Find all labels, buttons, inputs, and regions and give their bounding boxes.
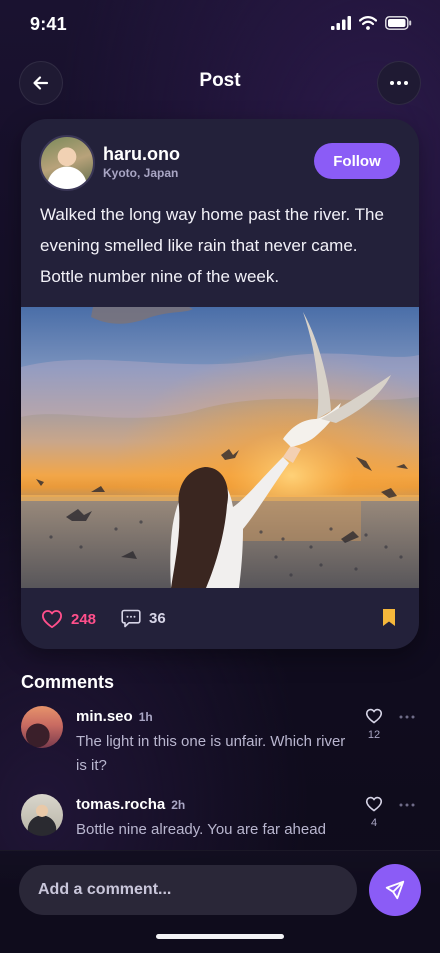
send-button[interactable] bbox=[369, 864, 421, 916]
battery-icon bbox=[385, 16, 412, 30]
more-options-button[interactable] bbox=[377, 61, 421, 105]
post-card: haru.ono Kyoto, Japan Follow Walked the … bbox=[21, 119, 419, 649]
heart-icon bbox=[365, 708, 383, 724]
comment-button[interactable]: 36 bbox=[121, 609, 166, 628]
comment-time: 2h bbox=[171, 798, 186, 812]
send-icon bbox=[385, 880, 405, 900]
author-username[interactable]: haru.ono bbox=[103, 144, 180, 165]
comment-count: 36 bbox=[149, 610, 166, 627]
post-caption: Walked the long way home past the river.… bbox=[40, 205, 384, 286]
comment-header: min.seo 1h bbox=[76, 708, 153, 726]
comment-bubble-icon bbox=[121, 609, 141, 628]
author-avatar[interactable] bbox=[39, 135, 95, 191]
home-indicator[interactable] bbox=[156, 934, 284, 939]
like-count: 248 bbox=[71, 610, 97, 628]
comment-text: Bottle nine already. You are far ahead bbox=[76, 821, 326, 838]
post-photo[interactable] bbox=[21, 307, 419, 588]
bookmark-button[interactable] bbox=[381, 608, 397, 633]
comments-heading: Comments bbox=[21, 672, 115, 692]
commenter-avatar[interactable] bbox=[21, 706, 63, 748]
sunset-seagulls-image bbox=[21, 307, 419, 588]
more-horizontal-icon bbox=[399, 803, 415, 807]
comment-input[interactable] bbox=[19, 865, 357, 915]
comment-text: The light in this one is unfair. Which r… bbox=[76, 733, 346, 774]
status-icons bbox=[331, 16, 412, 30]
page-title: Post bbox=[199, 70, 241, 91]
signal-icon bbox=[331, 16, 351, 30]
like-button[interactable]: 248 bbox=[41, 609, 96, 629]
more-horizontal-icon bbox=[390, 81, 408, 85]
status-time: 9:41 bbox=[30, 14, 67, 34]
comment-like-count: 12 bbox=[367, 729, 381, 741]
comment-like-button[interactable] bbox=[365, 708, 383, 729]
heart-icon bbox=[365, 796, 383, 812]
more-horizontal-icon bbox=[399, 715, 415, 719]
author-location: Kyoto, Japan bbox=[103, 166, 179, 180]
commenter-username[interactable]: min.seo bbox=[76, 708, 133, 725]
comment-more-button[interactable] bbox=[399, 706, 415, 724]
commenter-username[interactable]: tomas.rocha bbox=[76, 796, 165, 813]
commenter-avatar[interactable] bbox=[21, 794, 63, 836]
comment-header: tomas.rocha 2h bbox=[76, 796, 185, 814]
comment-time: 1h bbox=[138, 710, 153, 724]
heart-icon bbox=[42, 610, 62, 629]
comment-like-count: 4 bbox=[370, 817, 378, 829]
comment-more-button[interactable] bbox=[399, 794, 415, 812]
wifi-icon bbox=[359, 16, 377, 30]
follow-button[interactable]: Follow bbox=[314, 143, 400, 179]
bookmark-icon bbox=[383, 609, 395, 626]
comment-like-button[interactable] bbox=[365, 796, 383, 817]
